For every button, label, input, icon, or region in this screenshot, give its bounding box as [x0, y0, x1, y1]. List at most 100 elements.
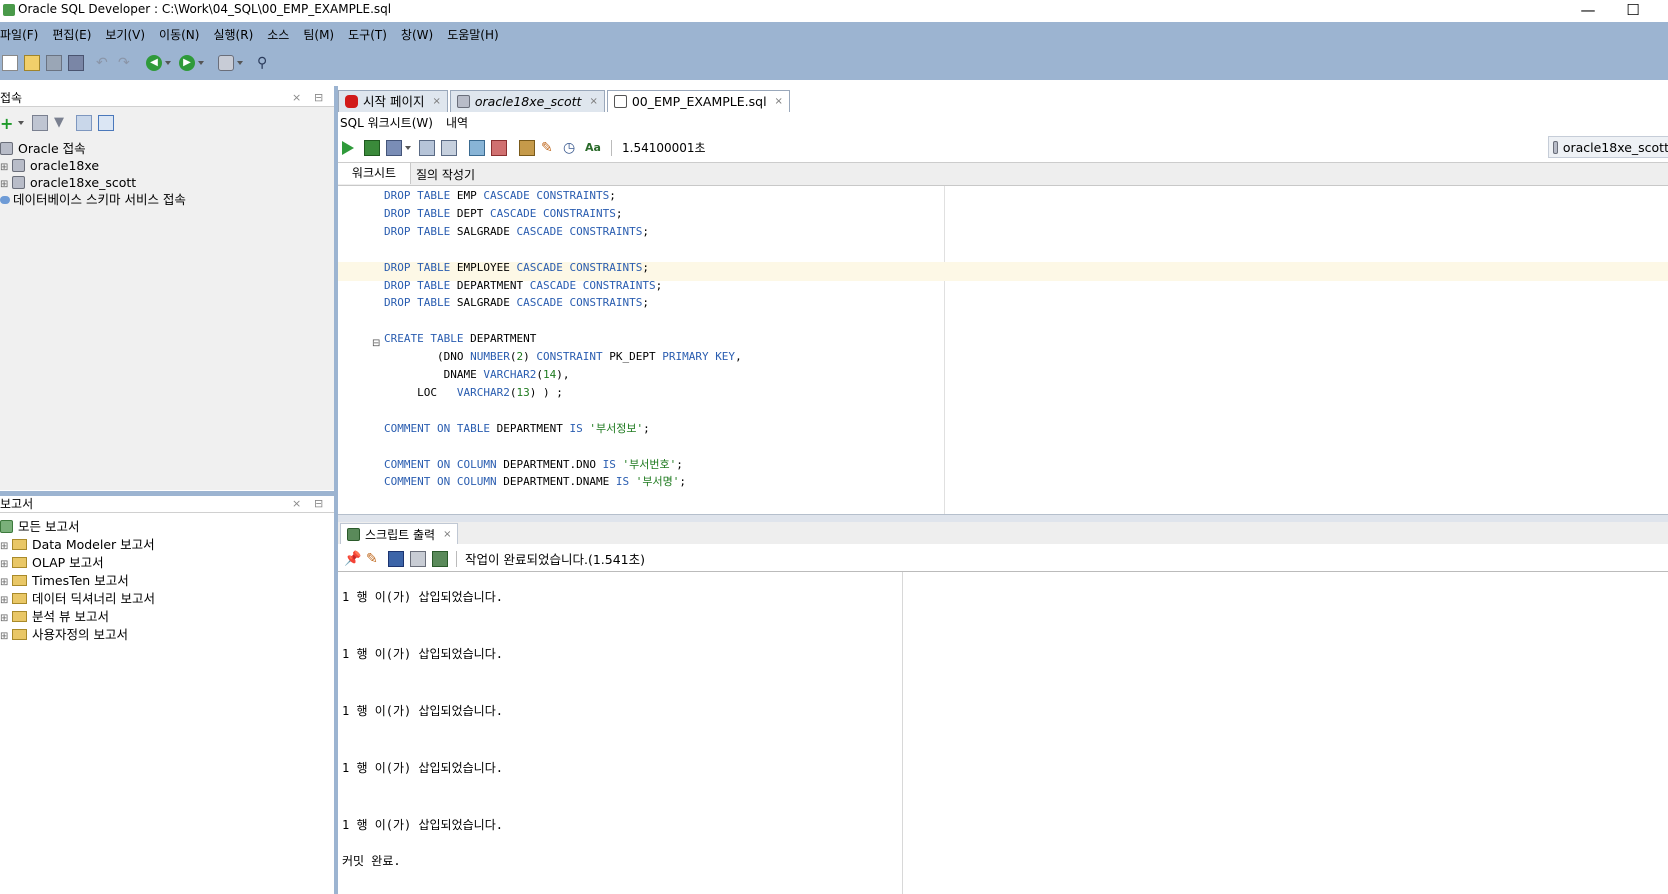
- tree-item-user-defined-reports[interactable]: ⊞ 사용자정의 보고서: [0, 626, 128, 643]
- fold-icon[interactable]: ⊟: [372, 338, 380, 349]
- tab-script-output[interactable]: 스크립트 출력 ×: [340, 523, 459, 544]
- output-divider: [902, 572, 903, 894]
- minimize-button[interactable]: —: [1565, 0, 1611, 22]
- redo-icon[interactable]: ↷: [118, 55, 134, 71]
- connections-close-icon[interactable]: ×: [292, 90, 301, 106]
- tab-sql-worksheet[interactable]: SQL 워크시트(W): [340, 114, 433, 131]
- menu-navigate[interactable]: 이동(N): [159, 26, 199, 46]
- clear-icon[interactable]: ✎: [541, 140, 557, 156]
- menu-view[interactable]: 보기(V): [105, 26, 145, 46]
- menu-window[interactable]: 창(W): [401, 26, 433, 46]
- tree-item-data-modeler-reports[interactable]: ⊞ Data Modeler 보고서: [0, 536, 155, 553]
- expand-icon[interactable]: ⊞: [0, 628, 8, 645]
- print-icon[interactable]: [410, 550, 426, 567]
- expand-icon[interactable]: ⊞: [0, 592, 8, 609]
- commit-icon[interactable]: [469, 139, 485, 156]
- menu-help[interactable]: 도움말(H): [447, 26, 499, 46]
- code-line: COMMENT ON COLUMN DEPARTMENT.DNO IS '부서번…: [384, 457, 683, 471]
- reports-panel-title: 보고서: [0, 497, 34, 511]
- format-icon[interactable]: Aa: [585, 140, 601, 156]
- tab-emp-example-sql[interactable]: 00_EMP_EXAMPLE.sql ×: [606, 90, 790, 112]
- tree-item-oracle18xe[interactable]: ⊞ oracle18xe: [0, 157, 99, 174]
- maximize-button[interactable]: ☐: [1610, 0, 1656, 22]
- autotrace-icon[interactable]: [386, 139, 402, 156]
- expand-icon[interactable]: ⊞: [0, 574, 8, 591]
- code-line: (DNO NUMBER(2) CONSTRAINT PK_DEPT PRIMAR…: [384, 350, 742, 364]
- save-icon[interactable]: [46, 55, 62, 71]
- reports-minimize-icon[interactable]: ⊟: [314, 496, 323, 512]
- open-folder-icon[interactable]: [24, 55, 40, 71]
- output-line: 1 행 이(가) 삽입되었습니다.: [342, 647, 503, 661]
- reports-panel: 보고서 × ⊟ 모든 보고서 ⊞ Data Modeler 보고서 ⊞ OLAP 보…: [0, 496, 335, 894]
- menu-edit[interactable]: 편집(E): [52, 26, 91, 46]
- save-output-icon[interactable]: [388, 550, 404, 567]
- save-all-icon[interactable]: [68, 55, 84, 71]
- clear-output-icon[interactable]: ✎: [366, 551, 382, 567]
- code-line: DNAME VARCHAR2(14),: [443, 368, 570, 381]
- sql-history-icon[interactable]: ◷: [563, 140, 579, 156]
- tree-item-analytic-view-reports[interactable]: ⊞ 분석 뷰 보고서: [0, 608, 109, 625]
- tab-oracle18xe-scott[interactable]: oracle18xe_scott ×: [449, 90, 605, 112]
- output-line: 1 행 이(가) 삽입되었습니다.: [342, 590, 503, 604]
- elapsed-time: 1.54100001초: [622, 141, 706, 155]
- tuning-advisor-icon[interactable]: [441, 139, 457, 156]
- close-tab-icon[interactable]: ×: [775, 91, 783, 112]
- undo-icon[interactable]: ↶: [96, 55, 112, 71]
- folder-icon: [12, 575, 27, 586]
- worksheet-subtabs: SQL 워크시트(W) 내역: [338, 112, 1668, 132]
- tree-item-all-reports[interactable]: 모든 보고서: [0, 518, 79, 535]
- open-output-icon[interactable]: [432, 550, 448, 567]
- close-output-icon[interactable]: ×: [443, 529, 451, 540]
- schema-browser-icon[interactable]: [76, 115, 92, 131]
- back-dropdown-icon[interactable]: [165, 61, 171, 65]
- script-output-icon: [347, 527, 360, 541]
- add-connection-dropdown-icon[interactable]: [18, 121, 24, 125]
- close-tab-icon[interactable]: ×: [432, 91, 440, 112]
- tab-start-page[interactable]: 시작 페이지 ×: [338, 90, 448, 112]
- window-title: Oracle SQL Developer : C:\Work\04_SQL\00…: [18, 2, 392, 16]
- filter-icon[interactable]: ▼: [54, 115, 70, 131]
- run-script-icon[interactable]: [364, 139, 380, 156]
- refresh-icon[interactable]: [32, 115, 48, 131]
- output-line: 커밋 완료.: [342, 854, 401, 868]
- tab-query-builder[interactable]: 질의 작성기: [416, 166, 475, 183]
- tree-item-olap-reports[interactable]: ⊞ OLAP 보고서: [0, 554, 104, 571]
- close-tab-icon[interactable]: ×: [589, 91, 597, 112]
- menu-source[interactable]: 소스: [267, 26, 289, 46]
- unshared-sql-icon[interactable]: [519, 139, 535, 156]
- tree-item-oracle18xe-scott[interactable]: ⊞ oracle18xe_scott: [0, 174, 136, 191]
- rollback-icon[interactable]: [491, 139, 507, 156]
- menu-tools[interactable]: 도구(T): [348, 26, 387, 46]
- menu-file[interactable]: 파일(F): [0, 26, 38, 46]
- reports-close-icon[interactable]: ×: [292, 496, 301, 512]
- expand-icon[interactable]: ⊞: [0, 610, 8, 627]
- connection-selector[interactable]: oracle18xe_scott: [1548, 136, 1668, 158]
- forward-icon[interactable]: ▶: [179, 55, 195, 71]
- explain-plan-icon[interactable]: [419, 139, 435, 156]
- sql-connection-dropdown-icon[interactable]: [237, 61, 243, 65]
- collapse-all-icon[interactable]: [98, 115, 114, 131]
- app-icon: [3, 4, 15, 16]
- sql-connection-icon[interactable]: [218, 55, 234, 71]
- expand-icon[interactable]: ⊞: [0, 556, 8, 573]
- tree-item-oracle-connections[interactable]: Oracle 접속: [0, 140, 86, 157]
- sql-editor[interactable]: ⊟ DROP TABLE EMP CASCADE CONSTRAINTS; DRO…: [338, 186, 1668, 514]
- tree-item-schema-service[interactable]: 데이터베이스 스키마 서비스 접속: [0, 191, 186, 208]
- back-icon[interactable]: ◀: [146, 55, 162, 71]
- menu-team[interactable]: 팀(M): [303, 26, 334, 46]
- forward-dropdown-icon[interactable]: [198, 61, 204, 65]
- menu-run[interactable]: 실행(R): [213, 26, 253, 46]
- pin-icon[interactable]: 📌: [344, 551, 361, 567]
- tab-history[interactable]: 내역: [446, 114, 468, 131]
- binoculars-icon[interactable]: ⚲: [257, 55, 273, 71]
- expand-icon[interactable]: ⊞: [0, 538, 8, 555]
- autotrace-dropdown-icon[interactable]: [405, 145, 411, 150]
- add-connection-icon[interactable]: +: [0, 114, 14, 133]
- new-file-icon[interactable]: [2, 55, 18, 71]
- tree-item-data-dictionary-reports[interactable]: ⊞ 데이터 딕셔너리 보고서: [0, 590, 155, 607]
- tree-item-timesten-reports[interactable]: ⊞ TimesTen 보고서: [0, 572, 129, 589]
- database-icon: [456, 95, 470, 108]
- connections-minimize-icon[interactable]: ⊟: [314, 90, 323, 106]
- tab-worksheet[interactable]: 워크시트: [338, 163, 411, 184]
- run-statement-icon[interactable]: [342, 140, 354, 155]
